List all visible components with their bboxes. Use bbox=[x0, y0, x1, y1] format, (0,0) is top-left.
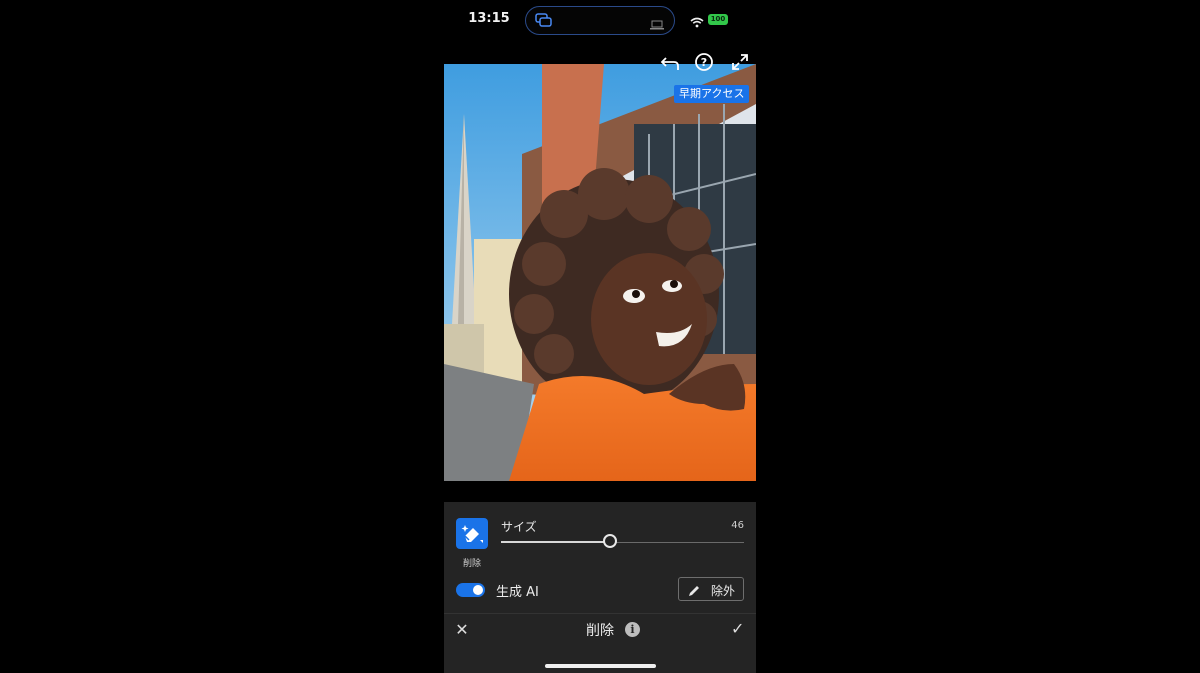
pencil-icon bbox=[687, 583, 701, 602]
size-label: サイズ bbox=[501, 520, 537, 534]
generative-ai-label: 生成 AI bbox=[496, 585, 539, 600]
undo-icon[interactable] bbox=[660, 52, 682, 78]
panel-divider bbox=[444, 613, 756, 614]
size-slider-fill bbox=[501, 541, 611, 543]
toggle-knob bbox=[473, 585, 483, 595]
confirm-button[interactable]: ✓ bbox=[731, 619, 744, 638]
status-time: 13:15 bbox=[468, 11, 510, 26]
screen-mirror-icon bbox=[534, 12, 554, 32]
early-access-badge: 早期アクセス bbox=[674, 85, 750, 103]
size-value: 46 bbox=[731, 520, 744, 531]
exclude-button-label: 除外 bbox=[711, 584, 736, 598]
wifi-icon bbox=[690, 13, 704, 32]
close-button[interactable]: ✕ bbox=[454, 620, 470, 639]
photo-canvas[interactable] bbox=[444, 64, 756, 481]
tool-label: 削除 bbox=[462, 559, 481, 569]
generative-ai-toggle[interactable] bbox=[456, 583, 485, 597]
help-icon[interactable]: ? bbox=[694, 52, 714, 76]
laptop-icon bbox=[650, 15, 664, 34]
dynamic-island bbox=[525, 6, 675, 35]
eraser-sparkle-icon bbox=[456, 525, 488, 553]
expand-icon[interactable] bbox=[730, 52, 750, 76]
panel-title: 削除 bbox=[586, 623, 614, 639]
svg-text:?: ? bbox=[701, 56, 707, 69]
size-slider-thumb[interactable] bbox=[603, 534, 617, 548]
info-icon[interactable]: i bbox=[625, 622, 640, 637]
exclude-button[interactable]: 除外 bbox=[678, 577, 744, 601]
battery-indicator: 100 bbox=[708, 14, 728, 25]
remove-tool-button[interactable] bbox=[456, 518, 488, 549]
home-indicator[interactable] bbox=[545, 664, 656, 668]
